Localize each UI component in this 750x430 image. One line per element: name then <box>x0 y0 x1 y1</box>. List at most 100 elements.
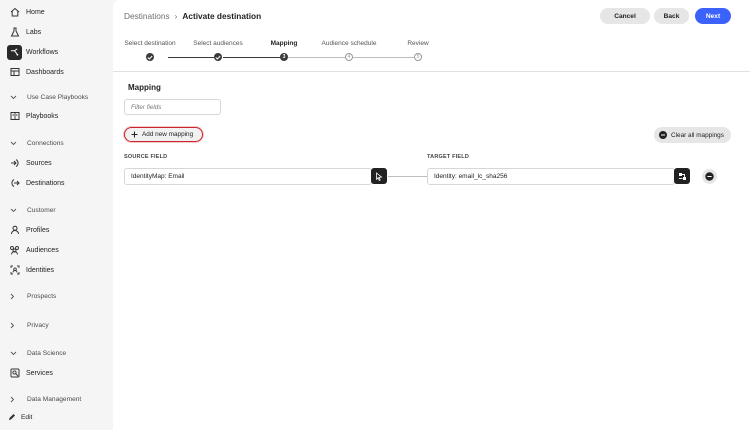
step-connector <box>353 57 414 58</box>
step-pending-indicator: 5 <box>414 53 422 61</box>
select-source-field-button[interactable] <box>371 168 387 184</box>
nav-label: Sources <box>26 159 52 167</box>
clear-all-mappings-label: Clear all mappings <box>671 131 724 139</box>
step-label-mapping: Mapping <box>270 40 298 47</box>
step-label-audience-schedule: Audience schedule <box>321 40 377 47</box>
nav-section-label: Prospects <box>27 292 57 300</box>
add-new-mapping-button[interactable]: Add new mapping <box>124 127 203 142</box>
services-icon <box>9 368 20 379</box>
nav-section-label: Customer <box>27 206 56 214</box>
step-label-review: Review <box>407 40 429 47</box>
step-label-select-audiences: Select audiences <box>193 40 243 47</box>
target-field-input[interactable]: Identity: email_lc_sha256 <box>427 168 675 185</box>
nav-section-data-science[interactable]: Data Science <box>0 345 113 361</box>
cancel-button[interactable]: Cancel <box>600 8 650 24</box>
step-pending-indicator: 4 <box>345 53 353 61</box>
main-panel: Destinations › Activate destination Canc… <box>113 0 750 430</box>
nav-label: Workflows <box>26 48 59 56</box>
nav-label: Services <box>26 369 53 377</box>
chevron-down-icon <box>10 95 18 100</box>
source-field-header: SOURCE FIELD <box>124 154 168 160</box>
nav-label: Dashboards <box>26 68 64 76</box>
step-label-select-destination: Select destination <box>124 40 176 47</box>
pencil-icon <box>8 413 16 421</box>
nav-label: Destinations <box>26 179 65 187</box>
workflow-header: Destinations › Activate destination Canc… <box>113 0 750 72</box>
nav-audiences[interactable]: Audiences <box>0 242 113 258</box>
chevron-right-icon <box>10 293 18 300</box>
flask-icon <box>9 27 20 38</box>
breadcrumb-destinations[interactable]: Destinations <box>124 11 170 21</box>
nav-playbooks[interactable]: Playbooks <box>0 108 113 124</box>
step-connector <box>223 57 284 58</box>
remove-circle-icon <box>705 172 714 181</box>
nav-section-label: Connections <box>27 139 64 147</box>
destinations-icon <box>9 178 20 189</box>
chevron-down-icon <box>10 141 18 146</box>
chevron-down-icon <box>10 351 18 356</box>
chevron-down-icon <box>10 208 18 213</box>
nav-section-customer[interactable]: Customer <box>0 202 113 218</box>
home-icon <box>9 7 20 18</box>
step-current-indicator: 3 <box>280 53 288 61</box>
nav-profiles[interactable]: Profiles <box>0 222 113 238</box>
remove-mapping-button[interactable] <box>702 169 717 184</box>
plus-icon <box>131 131 138 138</box>
nav-section-label: Data Science <box>27 349 67 357</box>
nav-section-label: Data Management <box>27 395 82 403</box>
next-button[interactable]: Next <box>695 8 731 24</box>
clear-all-mappings-button[interactable]: Clear all mappings <box>654 127 731 143</box>
dashboard-icon <box>9 67 20 78</box>
nav-label: Audiences <box>26 246 59 254</box>
sources-icon <box>9 158 20 169</box>
back-button[interactable]: Back <box>654 8 689 24</box>
nav-section-prospects[interactable]: Prospects <box>0 288 113 304</box>
nav-label: Home <box>26 8 45 16</box>
nav-label: Profiles <box>26 226 50 234</box>
mapping-title: Mapping <box>128 83 161 92</box>
nav-section-data-management[interactable]: Data Management <box>0 391 113 407</box>
chevron-right-icon <box>10 322 18 329</box>
page-title: Activate destination <box>182 11 262 21</box>
user-icon <box>9 225 20 236</box>
nav-destinations[interactable]: Destinations <box>0 175 113 191</box>
nav-section-connections[interactable]: Connections <box>0 135 113 151</box>
map-target-icon <box>678 172 687 181</box>
workflow-icon <box>7 44 22 60</box>
nav-section-use-case-playbooks[interactable]: Use Case Playbooks <box>0 89 113 105</box>
edit-label: Edit <box>21 413 33 421</box>
nav-label: Identities <box>26 266 55 274</box>
mapping-connector <box>388 176 427 177</box>
nav-label: Labs <box>26 28 42 36</box>
edit-nav-button[interactable]: Edit <box>8 413 32 421</box>
identity-icon <box>9 265 20 276</box>
playbook-icon <box>9 111 20 122</box>
chevron-right-icon <box>10 396 18 403</box>
nav-services[interactable]: Services <box>0 365 113 381</box>
nav-identities[interactable]: Identities <box>0 262 113 278</box>
target-field-header: TARGET FIELD <box>427 154 470 160</box>
filter-fields-input[interactable] <box>124 99 221 115</box>
nav-dashboards[interactable]: Dashboards <box>0 64 113 80</box>
nav-section-privacy[interactable]: Privacy <box>0 317 113 333</box>
remove-circle-icon <box>659 131 667 139</box>
left-nav: Home Labs Workflows Dashboards Use Case … <box>0 0 113 430</box>
step-connector <box>168 57 214 58</box>
nav-workflows[interactable]: Workflows <box>0 44 113 60</box>
breadcrumb: Destinations › Activate destination <box>124 11 261 21</box>
nav-label: Playbooks <box>26 112 59 120</box>
add-new-mapping-label: Add new mapping <box>142 131 194 138</box>
source-field-input[interactable]: IdentityMap: Email <box>124 168 372 185</box>
step-complete-icon <box>214 53 222 61</box>
step-connector <box>288 57 346 58</box>
cursor-icon <box>375 171 383 181</box>
nav-section-label: Use Case Playbooks <box>27 93 89 101</box>
breadcrumb-separator: › <box>174 11 178 21</box>
nav-labs[interactable]: Labs <box>0 24 113 40</box>
step-complete-icon <box>146 53 154 61</box>
users-icon <box>9 245 20 256</box>
select-target-field-button[interactable] <box>674 168 690 184</box>
nav-section-label: Privacy <box>27 321 49 329</box>
nav-home[interactable]: Home <box>0 4 113 20</box>
nav-sources[interactable]: Sources <box>0 155 113 171</box>
